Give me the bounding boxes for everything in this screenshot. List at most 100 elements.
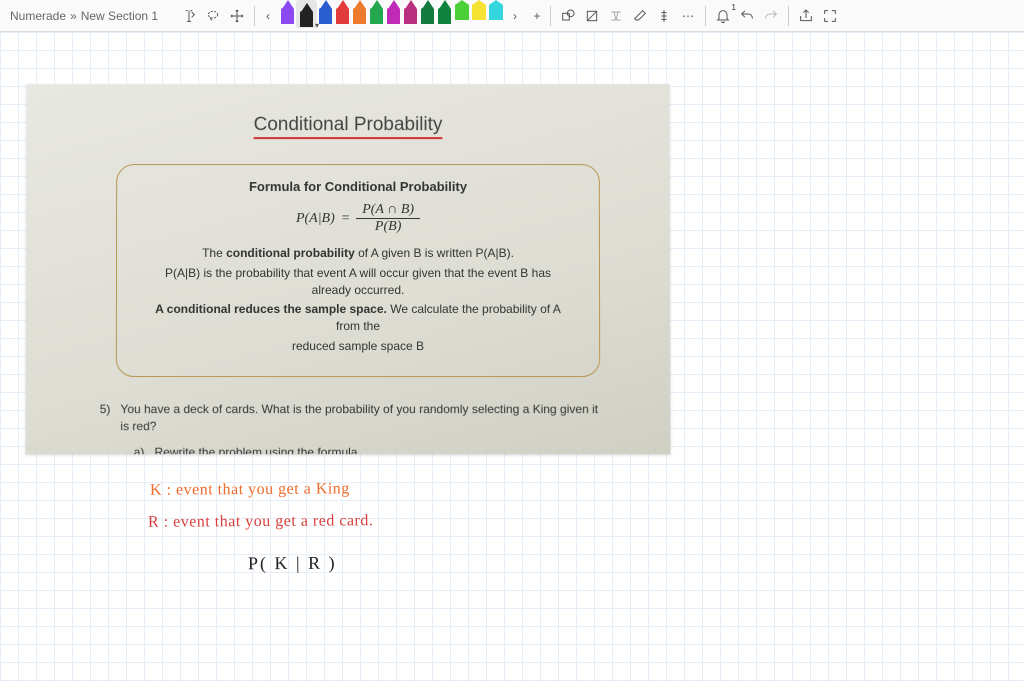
pen-body xyxy=(336,8,349,24)
undo-icon xyxy=(739,8,755,24)
pen-body xyxy=(281,8,294,24)
pen-body xyxy=(455,4,469,20)
pan-icon xyxy=(229,8,245,24)
eraser-button[interactable] xyxy=(629,5,651,27)
pen-swatch-11[interactable] xyxy=(470,0,487,25)
formula: P(A|B) = P(A ∩ B) P(B) xyxy=(147,202,569,235)
pen-scroll-right-button[interactable]: › xyxy=(504,5,526,27)
text-cursor-icon xyxy=(181,8,197,24)
text-tool-button[interactable] xyxy=(178,5,200,27)
plus-icon: + xyxy=(533,9,540,23)
slide-question: 5) You have a deck of cards. What is the… xyxy=(100,401,601,454)
add-pen-button[interactable]: + xyxy=(526,5,548,27)
formula-box-title: Formula for Conditional Probability xyxy=(147,179,569,194)
redo-button[interactable] xyxy=(760,5,782,27)
pen-body xyxy=(319,8,332,24)
more-icon: ⋯ xyxy=(682,9,694,23)
ruler-button[interactable] xyxy=(653,5,675,27)
pen-palette: ▾ xyxy=(279,0,504,32)
pen-swatch-8[interactable] xyxy=(419,0,436,25)
pen-swatch-9[interactable] xyxy=(436,0,453,25)
pen-swatch-10[interactable] xyxy=(453,0,470,25)
fullscreen-icon xyxy=(822,8,838,24)
ruler-icon xyxy=(656,8,672,24)
pen-swatch-4[interactable] xyxy=(351,0,368,25)
pen-body xyxy=(370,8,383,24)
slide-line-2: P(A|B) is the probability that event A w… xyxy=(147,265,569,299)
share-button[interactable] xyxy=(795,5,817,27)
fullscreen-button[interactable] xyxy=(819,5,841,27)
pen-swatch-7[interactable] xyxy=(402,0,419,25)
note-canvas[interactable]: Conditional Probability Formula for Cond… xyxy=(0,32,1024,682)
redo-icon xyxy=(763,8,779,24)
pen-swatch-2[interactable] xyxy=(317,0,334,25)
pen-body xyxy=(387,8,400,24)
pen-tip-icon xyxy=(439,0,451,9)
question-number: 5) xyxy=(100,401,111,418)
pen-tip-icon xyxy=(405,0,417,9)
formula-lhs: P(A|B) xyxy=(296,211,335,227)
pen-body xyxy=(472,4,486,20)
pen-scroll-left-button[interactable]: ‹ xyxy=(257,5,279,27)
pen-body xyxy=(404,8,417,24)
toolbar-divider xyxy=(705,6,706,26)
ink-to-shape-button[interactable] xyxy=(581,5,603,27)
pen-tip-icon xyxy=(320,0,332,9)
breadcrumb[interactable]: Numerade » New Section 1 xyxy=(4,9,174,23)
pen-tip-icon xyxy=(354,0,366,9)
handwriting-k-line: K : event that you get a King xyxy=(150,479,350,501)
pen-body xyxy=(353,8,366,24)
pen-swatch-6[interactable] xyxy=(385,0,402,25)
slide-line-3: A conditional reduces the sample space. … xyxy=(147,301,569,335)
lasso-icon xyxy=(205,8,221,24)
handwriting-r-line: R : event that you get a red card. xyxy=(148,511,374,533)
formula-equals: = xyxy=(341,211,350,227)
app-window: Numerade » New Section 1 ‹ ▾ › + xyxy=(0,0,1024,682)
breadcrumb-root: Numerade xyxy=(10,9,66,23)
part-label: a) xyxy=(134,446,145,455)
shapes-icon xyxy=(560,8,576,24)
chevron-right-icon: › xyxy=(513,9,517,23)
formula-fraction: P(A ∩ B) P(B) xyxy=(356,202,420,235)
pen-body xyxy=(300,11,313,27)
eraser-icon xyxy=(632,8,648,24)
math-icon xyxy=(608,8,624,24)
pen-tip-icon xyxy=(388,0,400,9)
formula-box: Formula for Conditional Probability P(A|… xyxy=(116,164,600,377)
pen-tip-icon xyxy=(301,3,313,12)
bell-icon xyxy=(715,8,731,24)
pen-swatch-0[interactable] xyxy=(279,0,296,25)
pen-tip-icon xyxy=(489,0,503,5)
pen-tip-icon xyxy=(422,0,434,9)
pen-swatch-5[interactable] xyxy=(368,0,385,25)
pen-swatch-12[interactable] xyxy=(487,0,504,25)
breadcrumb-section: New Section 1 xyxy=(81,9,158,23)
ink-shape-icon xyxy=(584,8,600,24)
pan-tool-button[interactable] xyxy=(226,5,248,27)
toolbar-divider xyxy=(788,6,789,26)
pen-body xyxy=(421,8,434,24)
pen-swatch-3[interactable] xyxy=(334,0,351,25)
pen-body xyxy=(489,4,503,20)
more-button[interactable]: ⋯ xyxy=(677,5,699,27)
handwriting-pkr: P( K | R ) xyxy=(248,552,337,576)
pen-tip-icon xyxy=(472,0,486,5)
embedded-slide-image: Conditional Probability Formula for Cond… xyxy=(26,84,671,454)
formula-denominator: P(B) xyxy=(369,219,407,235)
lasso-tool-button[interactable] xyxy=(202,5,224,27)
breadcrumb-separator: » xyxy=(70,9,77,23)
shapes-button[interactable] xyxy=(557,5,579,27)
pen-tip-icon xyxy=(455,0,469,5)
notifications-button[interactable]: 1 xyxy=(712,5,734,27)
pen-swatch-1[interactable] xyxy=(298,2,315,28)
undo-button[interactable] xyxy=(736,5,758,27)
notification-badge: 1 xyxy=(732,3,736,12)
chevron-left-icon: ‹ xyxy=(266,9,270,23)
pen-tip-icon xyxy=(282,0,294,9)
pen-body xyxy=(438,8,451,24)
toolbar-divider xyxy=(254,6,255,26)
slide-line-4: reduced sample space B xyxy=(147,338,569,355)
ink-to-math-button[interactable] xyxy=(605,5,627,27)
pen-tip-icon xyxy=(371,0,383,9)
toolbar-divider xyxy=(550,6,551,26)
